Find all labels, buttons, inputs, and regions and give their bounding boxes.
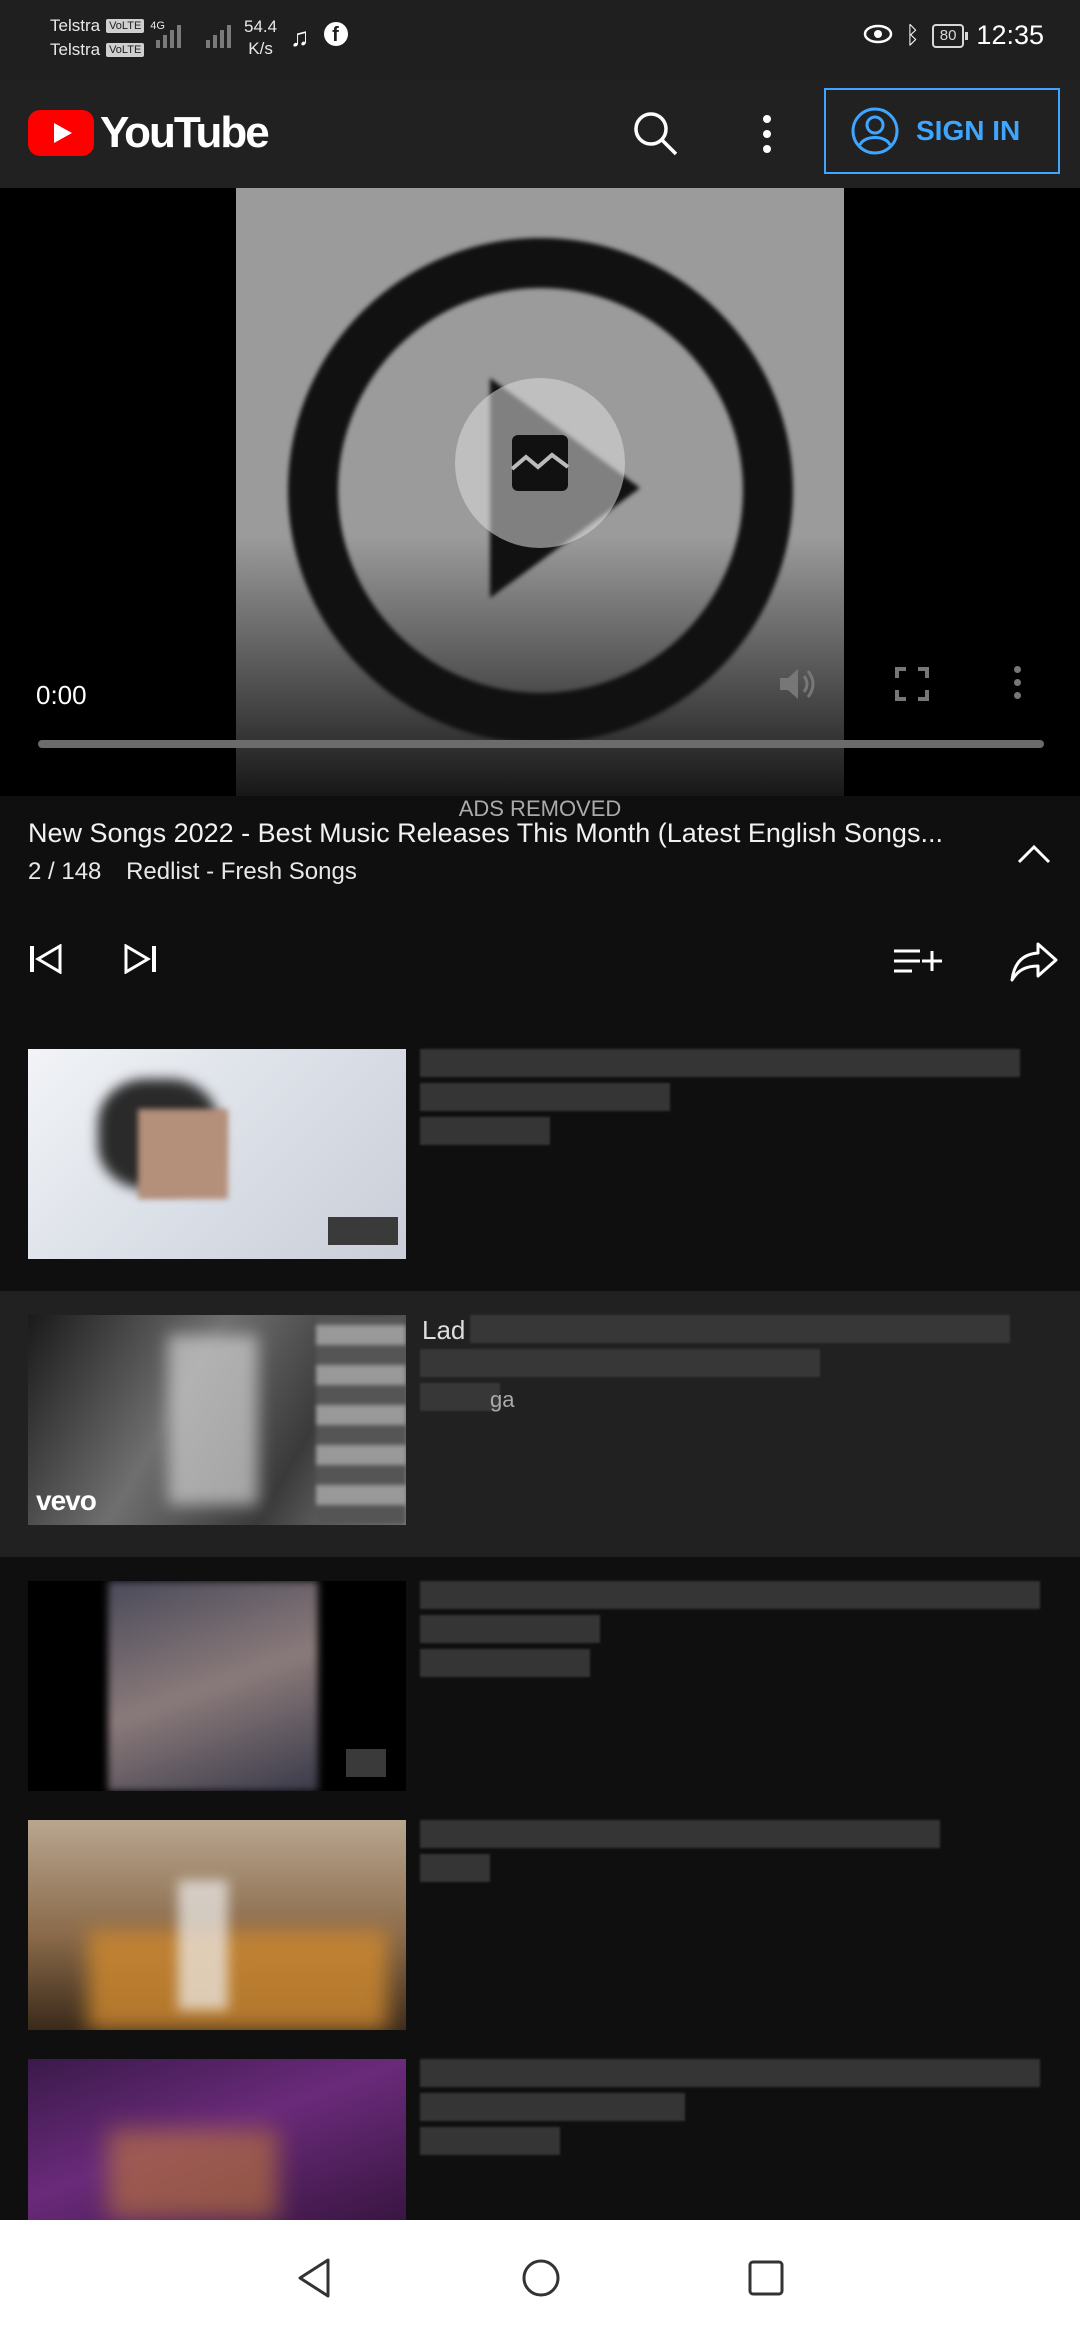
network-speed: 54.4 K/s	[244, 16, 277, 60]
home-circle-icon	[522, 2259, 560, 2297]
video-info-blurred	[420, 1049, 1020, 1151]
volume-icon	[780, 669, 815, 699]
list-item[interactable]	[0, 1557, 1080, 1823]
video-info-blurred	[420, 2059, 1040, 2161]
volte-badge-2: VoLTE	[106, 43, 145, 57]
skip-next-icon	[124, 943, 156, 975]
chevron-up-icon	[1017, 844, 1051, 864]
channel-fragment: ga	[490, 1387, 515, 1412]
collapse-button[interactable]	[1016, 842, 1052, 871]
video-thumbnail	[28, 1581, 406, 1791]
more-dot	[1014, 692, 1021, 699]
volte-badge: VoLTE	[106, 19, 145, 33]
video-info-blurred	[420, 1581, 1040, 1683]
account-icon	[851, 107, 899, 155]
video-thumbnail	[28, 1049, 406, 1259]
next-button[interactable]	[122, 943, 158, 979]
eye-icon	[863, 20, 893, 51]
fullscreen-button[interactable]	[894, 666, 930, 707]
progress-bar[interactable]	[38, 740, 1044, 748]
music-note-icon: ♫	[290, 22, 310, 52]
youtube-logo-icon	[28, 110, 94, 156]
carrier-2: Telstra	[50, 40, 101, 59]
more-dot	[763, 115, 771, 123]
share-button[interactable]	[1010, 940, 1058, 987]
recents-square-icon	[748, 2260, 784, 2296]
speed-value: 54.4	[244, 17, 278, 36]
app-bar: YouTube SIGN IN	[0, 80, 1080, 188]
sign-in-label: SIGN IN	[916, 115, 1021, 146]
status-bar: Telstra VoLTE 4G Telstra VoLTE 54.4 K/s ♫ f…	[0, 0, 1080, 80]
save-to-playlist-button[interactable]	[892, 946, 944, 981]
play-button[interactable]	[455, 378, 625, 548]
list-item-current[interactable]: vevo Lad ga	[0, 1291, 1080, 1557]
more-dot	[1014, 666, 1021, 673]
previous-button[interactable]	[28, 943, 64, 979]
list-item[interactable]	[0, 1025, 1080, 1291]
battery-icon: 80	[931, 23, 969, 48]
search-icon	[634, 112, 678, 156]
playlist-subtitle: 2 / 148 Redlist - Fresh Songs	[28, 858, 357, 886]
skip-previous-icon	[30, 943, 62, 975]
bluetooth-icon: ᛒ	[905, 21, 920, 49]
system-nav-bar	[0, 2220, 1080, 2340]
clock: 12:35	[976, 20, 1044, 50]
share-icon	[1010, 942, 1058, 982]
player-more-button[interactable]	[1014, 666, 1021, 699]
playlist-position: 2 / 148	[28, 858, 102, 885]
volume-button[interactable]	[776, 664, 820, 709]
fullscreen-icon	[895, 667, 929, 701]
carrier-1: Telstra	[50, 16, 101, 35]
video-player[interactable]: 0:00	[0, 188, 1080, 796]
back-button[interactable]	[294, 2256, 334, 2305]
current-time: 0:00	[36, 680, 87, 710]
more-dot	[763, 145, 771, 153]
back-triangle-icon	[298, 2258, 330, 2298]
broken-image-icon	[510, 435, 570, 491]
facebook-icon: f	[323, 22, 348, 46]
playlist-add-icon	[894, 949, 942, 973]
search-button[interactable]	[628, 106, 684, 162]
sign-in-button[interactable]: SIGN IN	[824, 88, 1060, 174]
more-dot	[1014, 679, 1021, 686]
signal-icon	[156, 18, 181, 48]
logo-text: YouTube	[100, 108, 270, 157]
list-item[interactable]	[0, 1796, 1080, 2062]
recents-button[interactable]	[746, 2256, 786, 2305]
playlist-controls	[0, 930, 1080, 986]
signal-icon-2	[206, 18, 231, 48]
playlist-channel: Redlist - Fresh Songs	[126, 858, 357, 885]
video-info-blurred	[420, 1820, 940, 1888]
vevo-badge: vevo	[36, 1485, 97, 1516]
video-thumbnail	[28, 1820, 406, 2030]
youtube-logo[interactable]: YouTube	[28, 108, 270, 158]
speed-unit: K/s	[248, 39, 273, 58]
more-options-button[interactable]	[744, 106, 790, 162]
playlist-title[interactable]: New Songs 2022 - Best Music Releases Thi…	[28, 818, 978, 849]
carrier-info: Telstra VoLTE 4G Telstra VoLTE	[50, 14, 165, 62]
home-button[interactable]	[520, 2256, 562, 2305]
video-thumbnail: vevo	[28, 1315, 406, 1525]
more-dot	[763, 130, 771, 138]
